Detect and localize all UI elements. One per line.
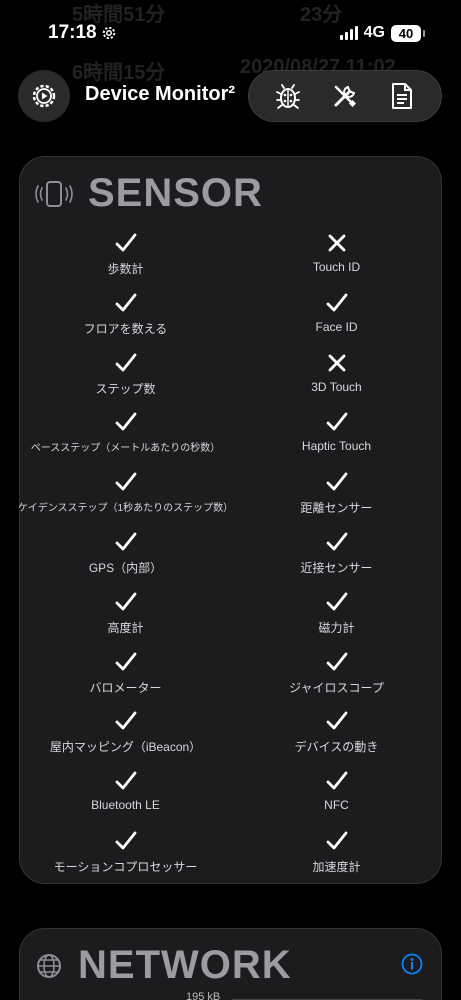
checkmark-icon <box>326 831 347 850</box>
checkmark-icon <box>115 293 136 312</box>
sensor-item-label: ペースステップ（メートルあたりの秒数） <box>30 443 221 455</box>
sensor-item-label: ケイデンスステップ（1秒あたりのステップ数） <box>17 503 234 515</box>
checkmark-icon <box>115 412 136 431</box>
checkmark-icon <box>326 472 347 491</box>
sensor-item-label: ステップ数 <box>95 381 156 396</box>
sensor-item: ケイデンスステップ（1秒あたりのステップ数） <box>17 470 234 530</box>
sensor-item: ペースステップ（メートルあたりの秒数） <box>20 410 231 470</box>
sensor-item: GPS（内部） <box>20 530 231 590</box>
sensor-item: 屋内マッピング（iBeacon） <box>20 709 231 769</box>
settings-button[interactable] <box>18 70 70 122</box>
sensor-item-label: NFC <box>324 798 349 813</box>
checkmark-icon <box>326 652 347 670</box>
checkmark-icon <box>326 532 347 551</box>
settings-gear-icon <box>32 84 56 108</box>
debug-button[interactable] <box>268 76 308 116</box>
checkmark-icon <box>115 233 136 252</box>
sensor-item: 距離センサー <box>231 470 442 530</box>
checkmark-icon <box>326 293 347 312</box>
sensor-item-label: バロメーター <box>89 680 162 695</box>
sensor-item-label: フロアを数える <box>83 321 168 336</box>
network-type: 4G <box>363 24 385 41</box>
sensor-item: Bluetooth LE <box>20 769 231 829</box>
checkmark-icon <box>115 771 136 790</box>
sensor-item: 歩数計 <box>20 231 231 291</box>
tools-icon <box>334 85 357 108</box>
cross-icon <box>328 234 345 252</box>
cross-icon <box>328 354 345 371</box>
checkmark-icon <box>115 652 136 670</box>
network-value: 195 kB <box>186 991 221 1000</box>
gear-icon <box>102 26 116 40</box>
sensor-item-label: モーションコプロセッサー <box>53 859 198 874</box>
status-bar: 17:18 4G 40 <box>0 0 461 64</box>
checkmark-icon <box>115 592 136 611</box>
sensor-item-label: 高度計 <box>107 620 144 635</box>
battery-level: 40 <box>398 25 414 41</box>
info-icon[interactable] <box>401 953 423 975</box>
sensor-item-label: 歩数計 <box>107 262 144 276</box>
sensor-item: 高度計 <box>20 590 231 650</box>
checkmark-icon <box>115 711 136 730</box>
checkmark-icon <box>115 353 136 371</box>
sensor-item: Face ID <box>231 291 442 351</box>
sensor-item-label: Haptic Touch <box>301 439 372 454</box>
sensor-item-label: Touch ID <box>312 260 361 274</box>
sensor-item: 3D Touch <box>231 351 442 411</box>
sensor-item-label: Face ID <box>315 319 358 334</box>
sensor-item: NFC <box>231 769 442 829</box>
sensor-item: フロアを数える <box>20 291 231 351</box>
sensor-item-label: ジャイロスコープ <box>289 680 384 695</box>
sensor-item: 磁力計 <box>231 590 442 650</box>
sensor-item-label: Bluetooth LE <box>91 798 160 813</box>
signal-icon <box>339 26 358 40</box>
app-header: Device Monitor² <box>18 70 443 122</box>
tools-button[interactable] <box>325 76 365 116</box>
bug-icon <box>275 84 300 109</box>
sensor-item-label: 近接センサー <box>300 560 373 575</box>
app-title: Device Monitor² <box>85 83 236 105</box>
sensor-card: SENSOR 歩数計 Touch ID フロアを数える Face ID ステップ数 3D … <box>18 156 442 884</box>
status-time: 17:18 <box>48 22 97 43</box>
sensor-title: SENSOR <box>88 171 263 215</box>
sensor-item-label: 3D Touch <box>311 379 362 394</box>
sensor-item-label: 加速度計 <box>312 859 361 874</box>
network-card: NETWORK 195 kB <box>19 928 442 1000</box>
checkmark-icon <box>326 412 347 431</box>
checkmark-icon <box>326 711 347 730</box>
checkmark-icon <box>115 532 136 551</box>
battery-icon: 40 <box>391 24 425 42</box>
sensor-item: Touch ID <box>231 231 442 291</box>
phone-vibrate-icon <box>35 180 73 207</box>
sensor-item: ジャイロスコープ <box>231 650 442 710</box>
sensor-item-label: 距離センサー <box>300 501 373 516</box>
sensor-item: ステップ数 <box>20 351 231 411</box>
report-button[interactable] <box>382 76 422 116</box>
checkmark-icon <box>326 592 347 611</box>
sensor-item-label: GPS（内部） <box>88 560 163 575</box>
checkmark-icon <box>115 472 136 491</box>
sensor-item: モーションコプロセッサー <box>20 829 231 889</box>
sensor-item-label: 磁力計 <box>318 620 355 635</box>
sensor-item-label: 屋内マッピング（iBeacon） <box>49 740 202 755</box>
checkmark-icon <box>115 831 136 850</box>
sensor-item: 加速度計 <box>231 829 442 889</box>
network-title: NETWORK <box>78 943 292 987</box>
globe-icon <box>37 953 61 978</box>
sensor-item-label: デバイスの動き <box>294 740 379 755</box>
checkmark-icon <box>326 771 347 790</box>
sensor-item: Haptic Touch <box>231 410 442 470</box>
toolbar <box>248 70 442 122</box>
sensor-item: デバイスの動き <box>231 709 442 769</box>
document-icon <box>392 83 413 109</box>
sensor-item: バロメーター <box>20 650 231 710</box>
sensor-grid: 歩数計 Touch ID フロアを数える Face ID ステップ数 3D Touch ペー… <box>17 231 443 889</box>
sensor-item: 近接センサー <box>231 530 442 590</box>
